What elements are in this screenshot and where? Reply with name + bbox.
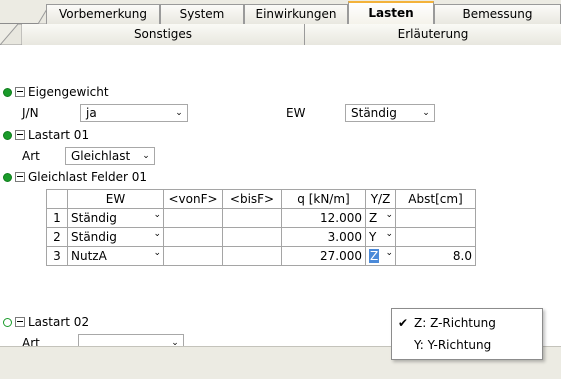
- option-label: Z: Z-Richtung: [414, 316, 496, 330]
- vonf-cell[interactable]: [163, 246, 223, 266]
- cell-value: Ständig: [71, 211, 117, 225]
- tab-label: Einwirkungen: [255, 7, 337, 21]
- minus-box-icon[interactable]: [15, 87, 25, 97]
- tab-erlaeuterung[interactable]: Erläuterung: [305, 24, 561, 45]
- yz-cell[interactable]: Y ⌄: [365, 227, 396, 247]
- tab-bemessung[interactable]: Bemessung: [434, 4, 561, 24]
- table-row: 3 NutzA ⌄ 27.000 Z ⌄ 8.0: [46, 246, 476, 266]
- section-title: Lastart 02: [28, 315, 90, 329]
- section-title: Lastart 01: [28, 128, 90, 142]
- ew-label: EW: [286, 106, 306, 120]
- tab-label: Vorbemerkung: [59, 7, 147, 21]
- table-row: 2 Ständig ⌄ 3.000 Y ⌄: [46, 227, 476, 247]
- ew-cell[interactable]: Ständig ⌄: [67, 208, 164, 228]
- vonf-cell[interactable]: [163, 208, 223, 228]
- section-gleichlast-felder: Gleichlast Felder 01: [0, 168, 300, 186]
- cell-value: NutzA: [71, 249, 107, 263]
- tab-einwirkungen[interactable]: Einwirkungen: [244, 4, 348, 24]
- section-title: Gleichlast Felder 01: [28, 170, 147, 184]
- row-number: 1: [46, 208, 68, 228]
- ew-select[interactable]: Ständig ⌄: [345, 104, 435, 122]
- option-y-richtung[interactable]: Y: Y-Richtung: [392, 335, 542, 355]
- tab-lasten[interactable]: Lasten: [348, 1, 434, 25]
- subtab-slant-decoration: [0, 24, 22, 45]
- cell-value: Z: [369, 211, 378, 225]
- minus-box-icon[interactable]: [15, 172, 25, 182]
- q-cell[interactable]: 12.000: [281, 208, 366, 228]
- chevron-down-icon[interactable]: ⌄: [385, 210, 393, 220]
- row-number-header: [46, 189, 68, 209]
- jn-value: ja: [86, 106, 97, 120]
- vonf-cell[interactable]: [163, 227, 223, 247]
- section-lastart-01: Lastart 01: [0, 126, 300, 144]
- abst-cell[interactable]: [395, 227, 476, 247]
- row-number: 3: [46, 246, 68, 266]
- option-label: Y: Y-Richtung: [414, 338, 492, 352]
- q-cell[interactable]: 27.000: [281, 246, 366, 266]
- yz-cell-active[interactable]: Z ⌄: [365, 246, 396, 266]
- minus-box-icon[interactable]: [15, 130, 25, 140]
- green-dot-icon: [3, 173, 12, 182]
- abst-cell[interactable]: 8.0: [395, 246, 476, 266]
- jn-label: J/N: [22, 106, 39, 120]
- abst-cell[interactable]: [395, 208, 476, 228]
- section-eigengewicht: Eigengewicht: [0, 83, 300, 101]
- col-header-vonf: <vonF>: [163, 189, 223, 209]
- ew-cell[interactable]: NutzA ⌄: [67, 246, 164, 266]
- tab-label: Sonstiges: [133, 27, 193, 41]
- bisf-cell[interactable]: [222, 246, 282, 266]
- chevron-down-icon[interactable]: ⌄: [153, 229, 161, 239]
- sub-tab-bar: Sonstiges Erläuterung: [0, 24, 561, 45]
- grid-header-row: EW <vonF> <bisF> q [kN/m] Y/Z Abst[cm]: [46, 189, 476, 209]
- cell-value-selected: Z: [369, 249, 380, 263]
- chevron-down-icon[interactable]: ⌄: [138, 148, 154, 164]
- chevron-down-icon[interactable]: ⌄: [153, 248, 161, 258]
- art-value: Gleichlast: [71, 149, 131, 163]
- checkmark-icon: ✔: [398, 316, 409, 330]
- yz-dropdown-popup: ✔ Z: Z-Richtung Y: Y-Richtung: [391, 308, 543, 360]
- col-header-ew: EW: [67, 189, 164, 209]
- cell-value: Y: [369, 230, 377, 244]
- chevron-down-icon[interactable]: ⌄: [385, 248, 393, 258]
- col-header-q: q [kN/m]: [281, 189, 366, 209]
- tab-label: Lasten: [368, 6, 414, 20]
- chevron-down-icon[interactable]: ⌄: [171, 105, 187, 121]
- chevron-down-icon[interactable]: ⌄: [418, 105, 434, 121]
- tab-label: Bemessung: [462, 7, 533, 21]
- chevron-down-icon[interactable]: ⌄: [385, 229, 393, 239]
- ew-value: Ständig: [351, 106, 397, 120]
- green-dot-icon: [3, 88, 12, 97]
- col-header-yz: Y/Z: [365, 189, 396, 209]
- row-number: 2: [46, 227, 68, 247]
- bisf-cell[interactable]: [222, 208, 282, 228]
- col-header-abst: Abst[cm]: [395, 189, 476, 209]
- main-tab-bar: Vorbemerkung System Einwirkungen Lasten …: [0, 0, 561, 25]
- tab-label: Erläuterung: [397, 27, 469, 41]
- minus-box-icon[interactable]: [15, 317, 25, 327]
- bisf-cell[interactable]: [222, 227, 282, 247]
- col-header-bisf: <bisF>: [222, 189, 282, 209]
- load-grid: EW <vonF> <bisF> q [kN/m] Y/Z Abst[cm] 1…: [46, 189, 476, 266]
- tab-vorbemerkung[interactable]: Vorbemerkung: [46, 4, 160, 24]
- jn-select[interactable]: ja ⌄: [80, 104, 188, 122]
- art-label: Art: [22, 149, 40, 163]
- option-z-richtung[interactable]: ✔ Z: Z-Richtung: [392, 313, 542, 333]
- section-title: Eigengewicht: [28, 85, 109, 99]
- tab-system[interactable]: System: [160, 4, 244, 24]
- cell-value: Ständig: [71, 230, 117, 244]
- tab-sonstiges[interactable]: Sonstiges: [22, 24, 305, 45]
- q-cell[interactable]: 3.000: [281, 227, 366, 247]
- chevron-down-icon[interactable]: ⌄: [153, 210, 161, 220]
- tab-label: System: [179, 7, 225, 21]
- art-select[interactable]: Gleichlast ⌄: [65, 147, 155, 165]
- section-lastart-02: Lastart 02: [0, 313, 300, 331]
- table-row: 1 Ständig ⌄ 12.000 Z ⌄: [46, 208, 476, 228]
- green-ring-icon: [3, 318, 12, 327]
- yz-cell[interactable]: Z ⌄: [365, 208, 396, 228]
- ew-cell[interactable]: Ständig ⌄: [67, 227, 164, 247]
- green-dot-icon: [3, 131, 12, 140]
